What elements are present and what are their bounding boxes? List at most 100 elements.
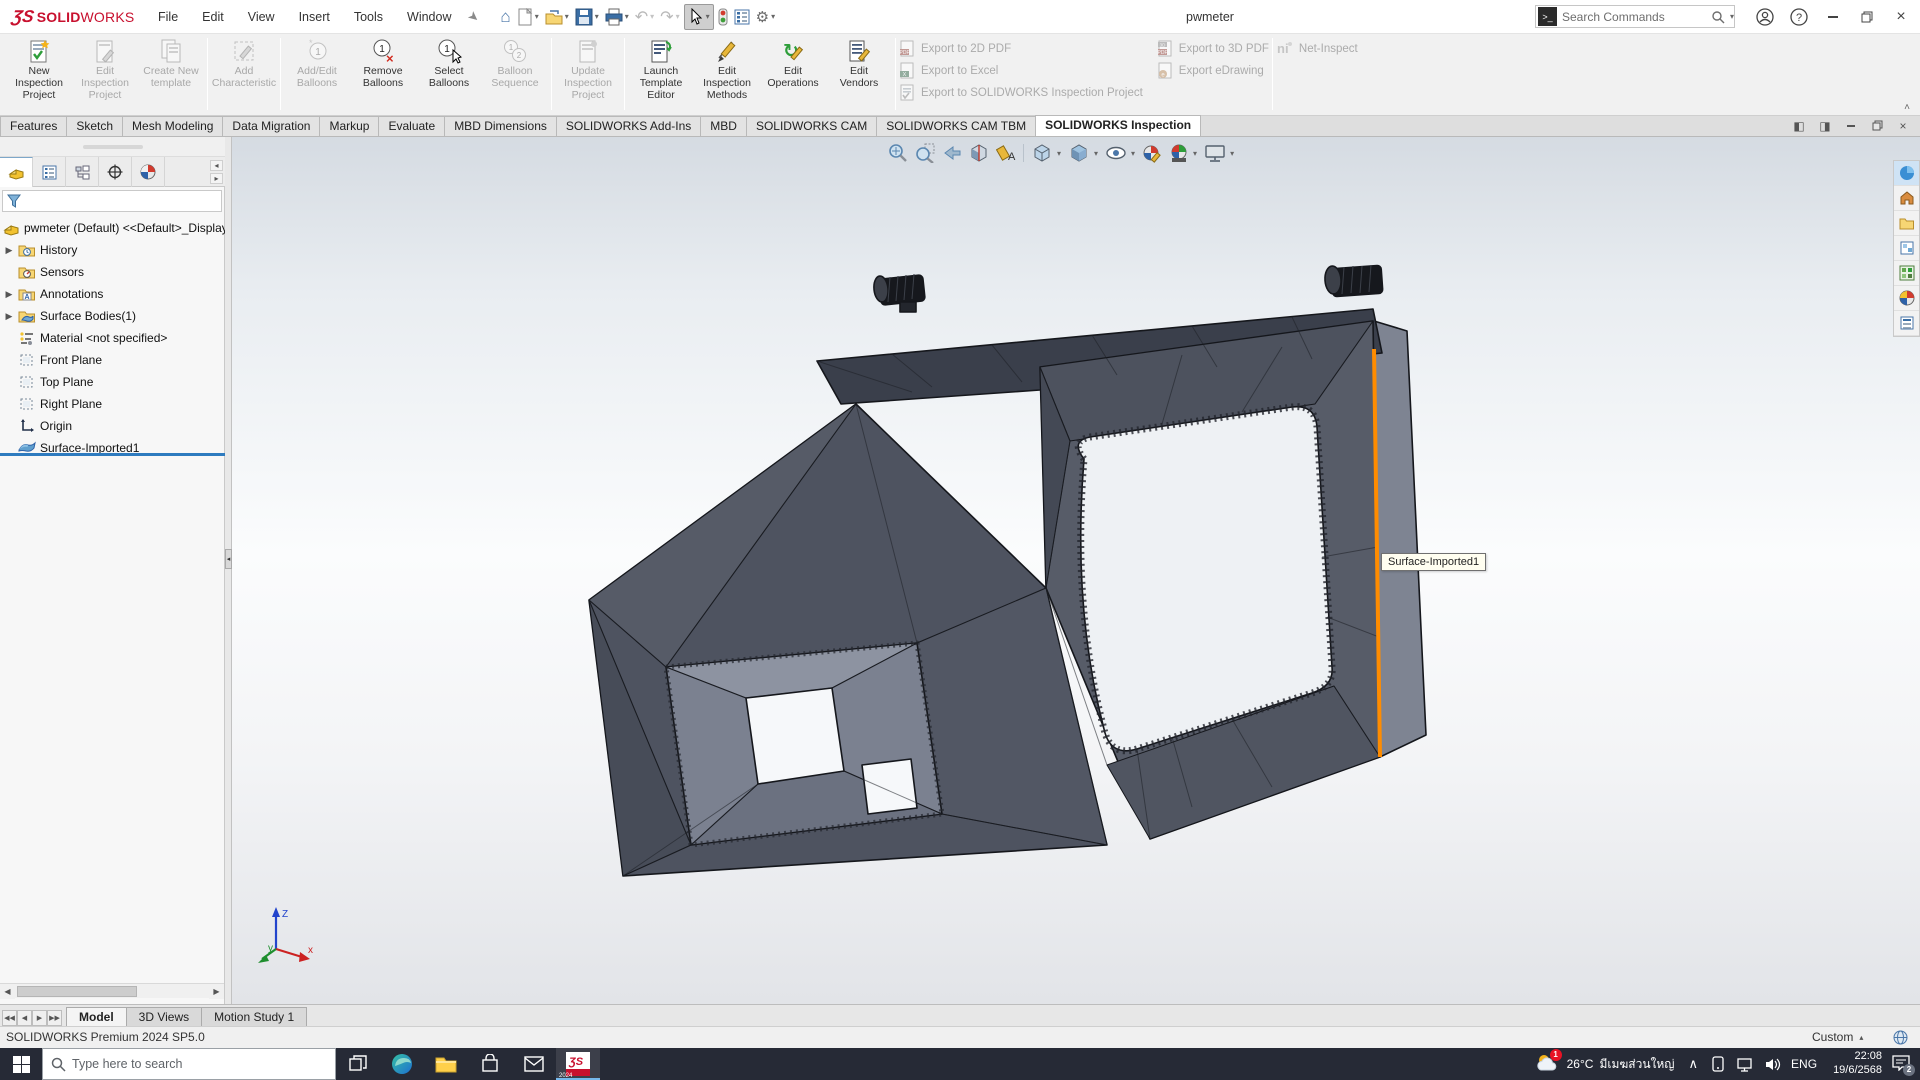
edit-appearance-button[interactable] <box>1142 143 1162 163</box>
clock[interactable]: 22:08 19/6/2568 <box>1833 1050 1882 1078</box>
menu-file[interactable]: File <box>148 6 188 28</box>
open-document-button[interactable]: ▾ <box>543 4 571 30</box>
edit-vendors-button[interactable]: Edit Vendors <box>826 36 892 92</box>
new-inspection-project-button[interactable]: New Inspection Project <box>6 36 72 103</box>
next-tab-icon[interactable]: ▶ <box>32 1010 47 1026</box>
doc-restore-button[interactable] <box>1868 118 1886 133</box>
tree-item-top-plane[interactable]: Top Plane <box>0 371 225 393</box>
view-palette-tab[interactable] <box>1894 236 1919 261</box>
section-view-button[interactable] <box>969 143 989 163</box>
panel-horizontal-scrollbar[interactable]: ◀ ▶ <box>0 983 224 998</box>
action-center-button[interactable]: 2 <box>1892 1055 1910 1074</box>
model-tab[interactable]: Model <box>66 1007 127 1026</box>
file-explorer-app-icon[interactable] <box>424 1048 468 1080</box>
window-minimize-button[interactable] <box>1818 0 1848 34</box>
start-button[interactable] <box>0 1048 42 1080</box>
save-button[interactable]: ▾ <box>573 4 601 30</box>
scroll-left-icon[interactable]: ◀ <box>0 984 15 999</box>
weather-caption[interactable]: มีเมฆส่วนใหญ่ <box>1599 1055 1674 1074</box>
undo-button[interactable]: ↶▾ <box>633 4 656 30</box>
tab-solidworks-cam-tbm[interactable]: SOLIDWORKS CAM TBM <box>876 116 1036 136</box>
scroll-right-icon[interactable]: ▶ <box>209 984 224 999</box>
tree-item-history[interactable]: ▶ History <box>0 239 225 261</box>
display-style-button[interactable]: ▾ <box>1068 143 1098 163</box>
pane-left-icon[interactable]: ◧ <box>1790 118 1808 133</box>
language-indicator[interactable]: ENG <box>1791 1057 1817 1071</box>
launch-template-editor-button[interactable]: Launch Template Editor <box>628 36 694 103</box>
custom-properties-tab[interactable] <box>1894 286 1919 311</box>
resources-tab[interactable] <box>1894 161 1919 186</box>
tab-evaluate[interactable]: Evaluate <box>378 116 445 136</box>
tree-item-material[interactable]: Material <not specified> <box>0 327 225 349</box>
tab-mesh-modeling[interactable]: Mesh Modeling <box>122 116 223 136</box>
redo-button[interactable]: ↷▾ <box>658 4 681 30</box>
last-tab-icon[interactable]: ▶▶ <box>47 1010 62 1026</box>
tree-item-origin[interactable]: Origin <box>0 415 225 437</box>
options-button[interactable]: ⚙▾ <box>754 4 777 30</box>
design-library-tab[interactable] <box>1894 186 1919 211</box>
3d-views-tab[interactable]: 3D Views <box>126 1007 202 1026</box>
motion-study-tab[interactable]: Motion Study 1 <box>201 1007 307 1026</box>
edit-operations-button[interactable]: ↻ Edit Operations <box>760 36 826 92</box>
pin-menu-icon[interactable]: ➤ <box>464 7 483 26</box>
home-button[interactable]: ⌂ <box>498 4 512 30</box>
weather-temp[interactable]: 26°C <box>1567 1057 1594 1071</box>
tree-root[interactable]: pwmeter (Default) <<Default>_Display <box>0 217 225 239</box>
select-tool-button[interactable]: ▾ <box>684 4 714 30</box>
print-button[interactable]: ▾ <box>603 4 631 30</box>
tree-item-annotations[interactable]: ▶ A Annotations <box>0 283 225 305</box>
display-manager-tab[interactable] <box>132 157 165 187</box>
zoom-area-button[interactable] <box>915 143 935 163</box>
file-explorer-tab[interactable] <box>1894 211 1919 236</box>
pane-right-icon[interactable]: ◨ <box>1816 118 1834 133</box>
tab-mbd[interactable]: MBD <box>700 116 747 136</box>
tab-features[interactable]: Features <box>0 116 67 136</box>
ribbon-collapse-button[interactable]: ˄ <box>1904 102 1910 113</box>
tab-markup[interactable]: Markup <box>319 116 379 136</box>
account-button[interactable] <box>1750 0 1780 34</box>
apply-scene-button[interactable]: ▾ <box>1169 143 1197 163</box>
edge-app-icon[interactable] <box>380 1048 424 1080</box>
graphics-viewport[interactable]: A ▾ ▾ ▾ ▾ ▾ Surface-Imported1 Z x y <box>232 137 1920 1004</box>
menu-edit[interactable]: Edit <box>192 6 234 28</box>
panel-tab-scroll-right[interactable]: ▸ <box>210 173 223 184</box>
command-search[interactable]: >_ Search Commands ▾ <box>1535 5 1735 28</box>
menu-tools[interactable]: Tools <box>344 6 393 28</box>
search-caret[interactable]: ▾ <box>1730 12 1734 21</box>
property-manager-tab[interactable] <box>33 157 66 187</box>
first-tab-icon[interactable]: ◀◀ <box>2 1010 17 1026</box>
mail-app-icon[interactable] <box>512 1048 556 1080</box>
phone-link-icon[interactable] <box>1710 1056 1726 1072</box>
tree-item-surface-bodies[interactable]: ▶ Surface Bodies(1) <box>0 305 225 327</box>
hide-show-annotations-button[interactable]: A <box>996 143 1016 163</box>
unit-system-selector[interactable]: Custom▴ <box>1812 1030 1863 1044</box>
tree-item-front-plane[interactable]: Front Plane <box>0 349 225 371</box>
window-restore-button[interactable] <box>1852 0 1882 34</box>
inspection-pane-tab[interactable] <box>1894 311 1919 336</box>
tab-sketch[interactable]: Sketch <box>66 116 123 136</box>
view-settings-button[interactable]: ▾ <box>1204 143 1234 163</box>
configuration-manager-tab[interactable] <box>66 157 99 187</box>
tab-solidworks-add-ins[interactable]: SOLIDWORKS Add-Ins <box>556 116 701 136</box>
zoom-fit-button[interactable] <box>888 143 908 163</box>
tab-solidworks-cam[interactable]: SOLIDWORKS CAM <box>746 116 877 136</box>
volume-icon[interactable] <box>1765 1057 1782 1072</box>
new-document-button[interactable]: ▾ <box>515 4 541 30</box>
taskbar-search[interactable]: Type here to search <box>42 1048 336 1080</box>
file-properties-button[interactable] <box>732 4 752 30</box>
store-app-icon[interactable] <box>468 1048 512 1080</box>
panel-tab-scroll-left[interactable]: ◂ <box>210 160 223 171</box>
tab-data-migration[interactable]: Data Migration <box>222 116 320 136</box>
select-balloons-button[interactable]: 1 Select Balloons <box>416 36 482 92</box>
previous-view-button[interactable] <box>942 143 962 163</box>
window-close-button[interactable]: × <box>1886 0 1916 34</box>
menu-window[interactable]: Window <box>397 6 461 28</box>
tree-item-right-plane[interactable]: Right Plane <box>0 393 225 415</box>
doc-close-button[interactable]: × <box>1894 118 1912 133</box>
solidworks-app-icon[interactable]: ƷS 2024 <box>556 1048 600 1080</box>
expand-arrow-icon[interactable]: ▶ <box>0 311 18 322</box>
tree-item-sensors[interactable]: Sensors <box>0 261 225 283</box>
expand-arrow-icon[interactable]: ▶ <box>0 245 18 256</box>
featuremanager-tree-tab[interactable] <box>0 157 33 187</box>
pwmeter-mesh-model[interactable] <box>232 137 1920 1004</box>
